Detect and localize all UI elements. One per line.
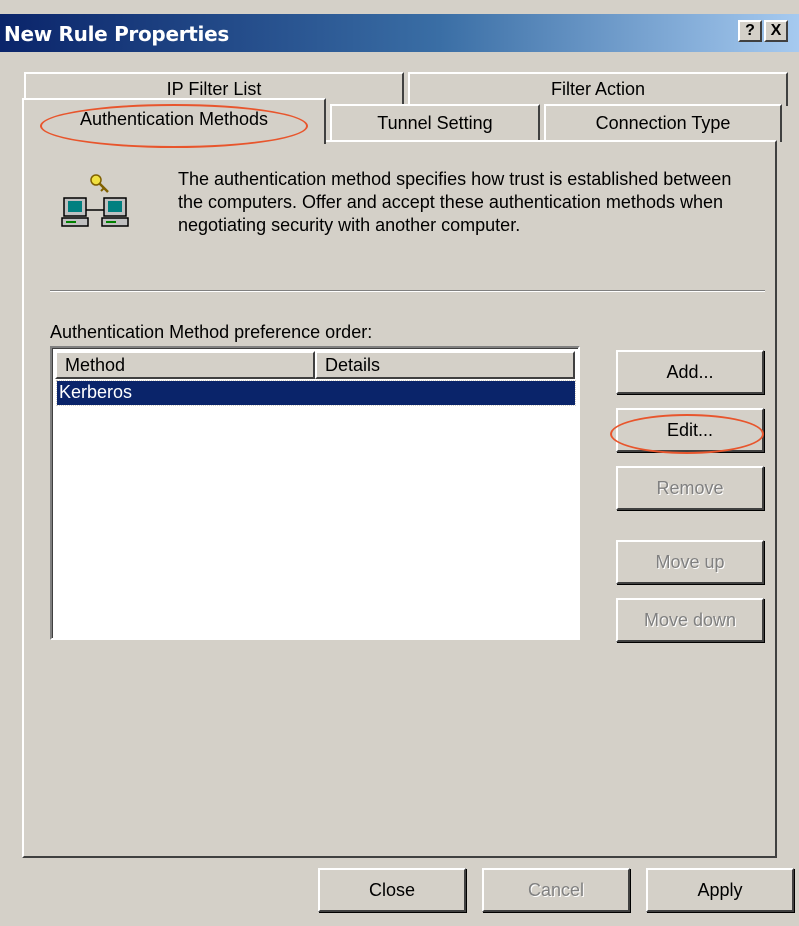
column-header-method[interactable]: Method <box>55 351 315 379</box>
remove-button[interactable]: Remove <box>616 466 764 510</box>
move-up-button[interactable]: Move up <box>616 540 764 584</box>
description-text: The authentication method specifies how … <box>178 169 732 235</box>
list-row-kerberos[interactable]: Kerberos <box>56 380 576 406</box>
tab-filter-action[interactable]: Filter Action <box>408 72 788 106</box>
authentication-methods-list[interactable]: Method Details Kerberos <box>50 346 580 640</box>
cancel-button[interactable]: Cancel <box>482 868 630 912</box>
tab-label: Tunnel Setting <box>377 113 493 133</box>
edit-button[interactable]: Edit... <box>616 408 764 452</box>
tab-authentication-methods[interactable]: Authentication Methods <box>22 98 326 144</box>
computers-key-icon <box>60 172 140 252</box>
tab-tunnel-setting[interactable]: Tunnel Setting <box>330 104 540 142</box>
add-button[interactable]: Add... <box>616 350 764 394</box>
title-bar[interactable]: New Rule Properties ? X <box>0 14 799 52</box>
apply-button[interactable]: Apply <box>646 868 794 912</box>
move-down-button[interactable]: Move down <box>616 598 764 642</box>
column-header-details[interactable]: Details <box>315 351 575 379</box>
close-button[interactable]: Close <box>318 868 466 912</box>
tab-label: Filter Action <box>550 79 646 99</box>
tab-label: Connection Type <box>595 113 731 133</box>
method-cell: Kerberos <box>59 382 133 402</box>
close-window-button[interactable]: X <box>764 20 788 42</box>
list-label: Authentication Method preference order: <box>50 322 373 342</box>
tab-label: Authentication Methods <box>79 109 269 129</box>
tab-connection-type[interactable]: Connection Type <box>544 104 782 142</box>
window-title: New Rule Properties <box>4 22 229 46</box>
properties-dialog: New Rule Properties ? X IP Filter List F… <box>0 0 799 926</box>
separator <box>50 290 765 292</box>
help-button[interactable]: ? <box>738 20 762 42</box>
